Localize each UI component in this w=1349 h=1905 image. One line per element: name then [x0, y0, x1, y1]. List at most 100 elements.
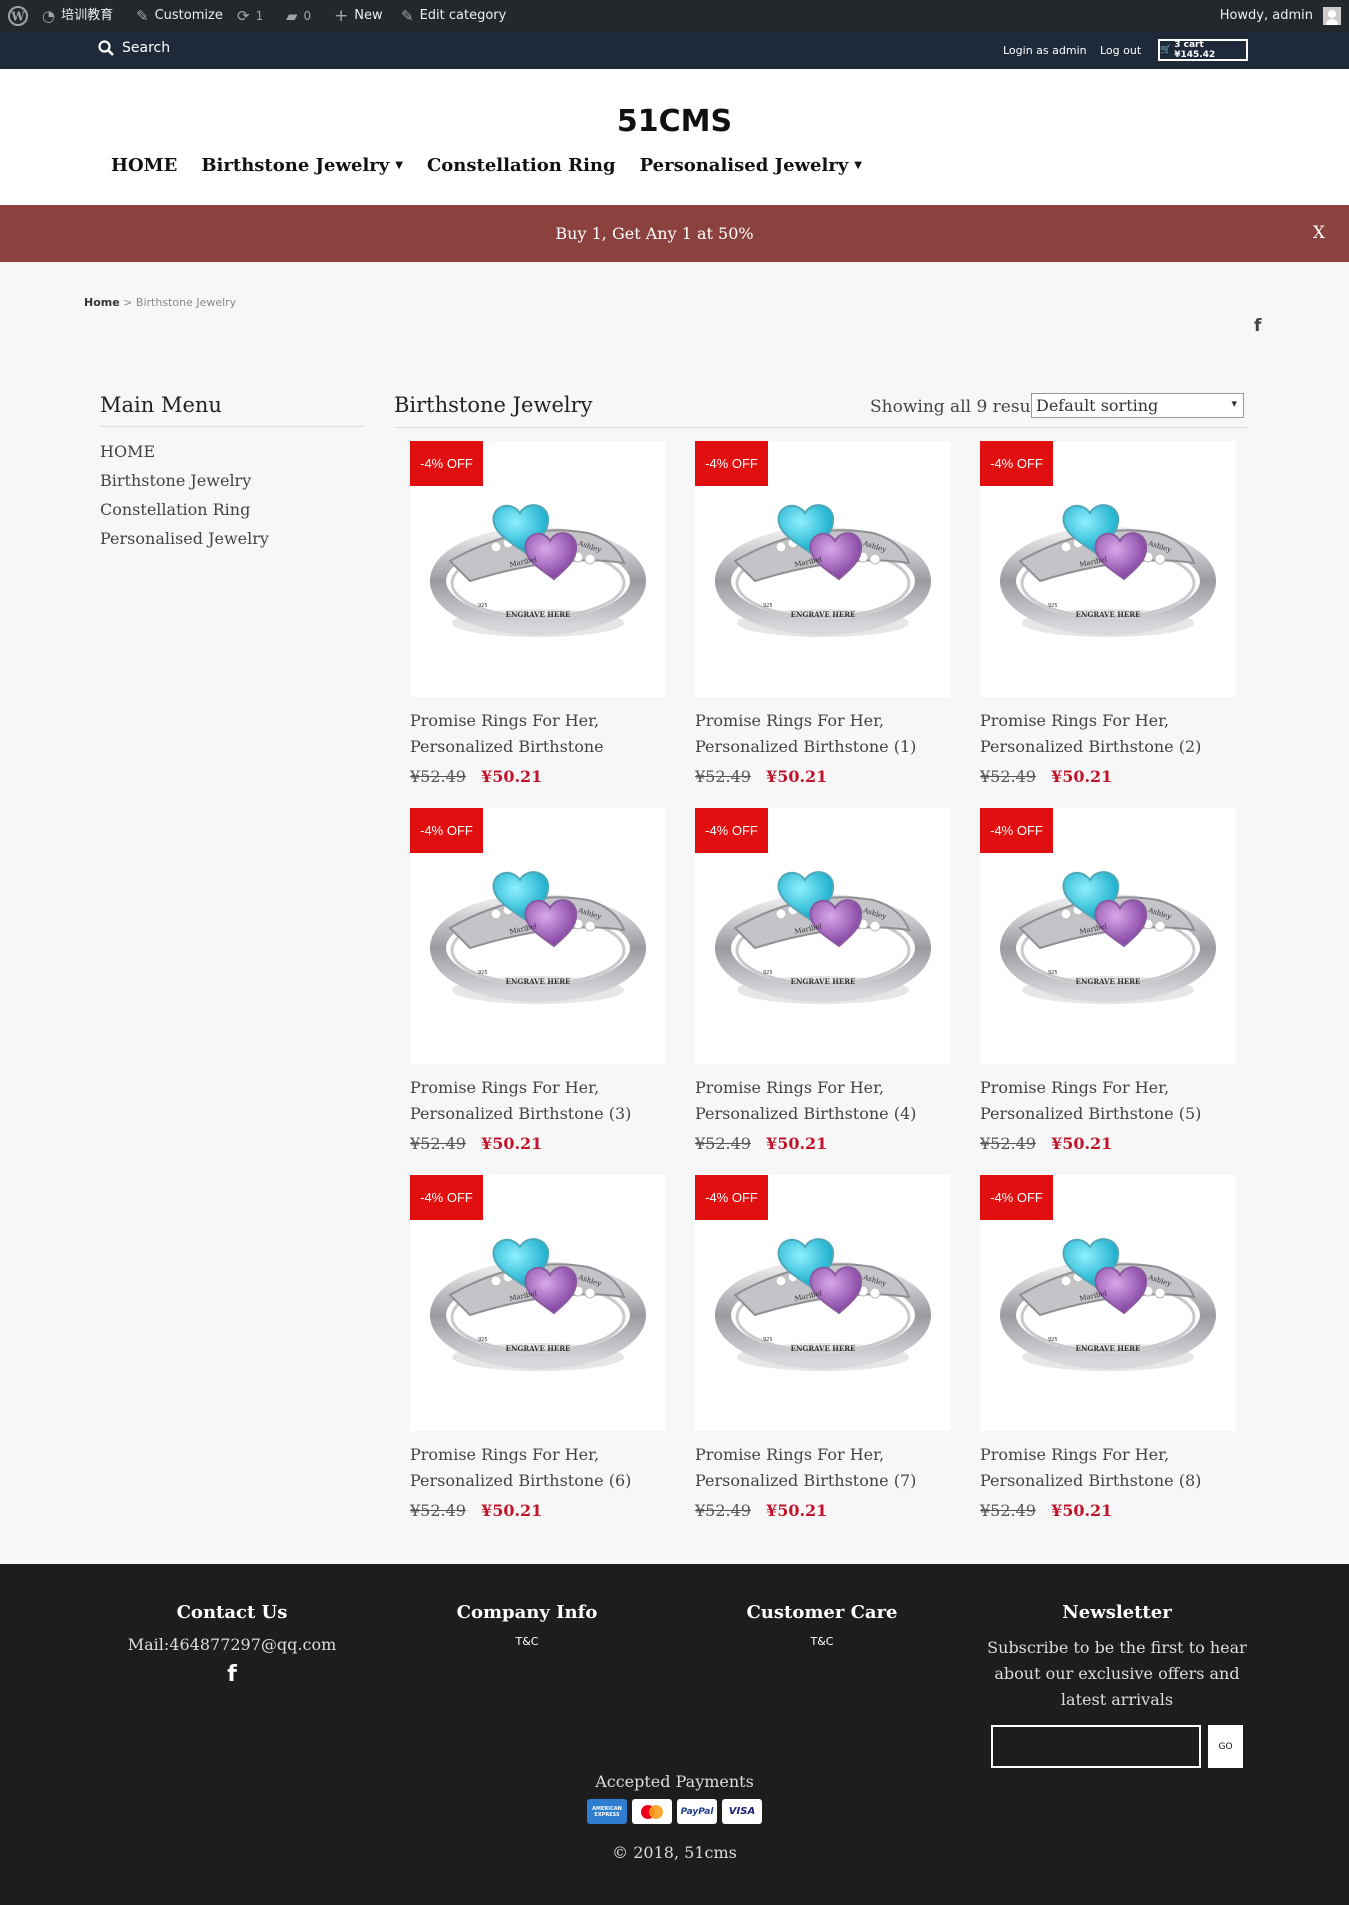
facebook-icon[interactable]: f: [83, 1662, 381, 1687]
top-bar: Search Login as admin Log out 🛒 3 cart ¥…: [0, 32, 1349, 69]
product-title[interactable]: Promise Rings For Her, Personalized Birt…: [695, 708, 951, 760]
product-listing: Birthstone Jewelry Showing all 9 results…: [394, 393, 1249, 428]
product-image[interactable]: Maribel Ashley ENGRAVE HERE 925 -4% OFF: [695, 441, 951, 697]
admin-site-name: 培训教育: [61, 8, 114, 23]
product-image[interactable]: Maribel Ashley ENGRAVE HERE 925 -4% OFF: [410, 1175, 666, 1431]
footer-company-tc-link[interactable]: T&C: [381, 1635, 673, 1648]
discount-label: -4% OFF: [990, 456, 1043, 471]
product-card[interactable]: Maribel Ashley ENGRAVE HERE 925 -4% OFF …: [695, 441, 951, 786]
search-toggle[interactable]: Search: [98, 40, 170, 56]
product-image[interactable]: Maribel Ashley ENGRAVE HERE 925 -4% OFF: [695, 808, 951, 1064]
product-title[interactable]: Promise Rings For Her, Personalized Birt…: [410, 1442, 666, 1494]
product-title[interactable]: Promise Rings For Her, Personalized Birt…: [980, 1442, 1236, 1494]
sale-price: ¥50.21: [1051, 1134, 1113, 1153]
site-title[interactable]: 51CMS: [0, 104, 1349, 139]
product-title[interactable]: Promise Rings For Her, Personalized Birt…: [980, 708, 1236, 760]
product-card[interactable]: Maribel Ashley ENGRAVE HERE 925 -4% OFF …: [695, 1175, 951, 1520]
product-card[interactable]: Maribel Ashley ENGRAVE HERE 925 -4% OFF …: [410, 808, 666, 1153]
edit-category-link[interactable]: ✎ Edit category: [401, 0, 506, 32]
accepted-payments: Accepted Payments AMERICAN EXPRESS PayPa…: [0, 1772, 1349, 1824]
product-image[interactable]: Maribel Ashley ENGRAVE HERE 925 -4% OFF: [695, 1175, 951, 1431]
breadcrumb-current: Birthstone Jewelry: [135, 296, 237, 309]
svg-text:W: W: [10, 10, 25, 24]
svg-text:ENGRAVE HERE: ENGRAVE HERE: [506, 610, 571, 619]
wordpress-logo[interactable]: W: [8, 0, 28, 32]
product-title-line-1: Promise Rings For Her,: [695, 1078, 885, 1097]
discount-label: -4% OFF: [705, 1190, 758, 1205]
discount-badge: -4% OFF: [980, 1175, 1053, 1220]
discount-label: -4% OFF: [705, 456, 758, 471]
new-content-link[interactable]: + New: [334, 0, 383, 32]
facebook-icon[interactable]: f: [1254, 316, 1261, 336]
product-card[interactable]: Maribel Ashley ENGRAVE HERE 925 -4% OFF …: [980, 441, 1236, 786]
newsletter-email-input[interactable]: [991, 1725, 1201, 1768]
logout-link[interactable]: Log out: [1100, 44, 1141, 57]
promo-text: Buy 1, Get Any 1 at 50%: [555, 224, 754, 243]
login-as-admin-link[interactable]: Login as admin: [1003, 44, 1087, 57]
comments-link[interactable]: ▰ 0: [286, 0, 311, 32]
product-title-line-2: Personalized Birthstone (2): [980, 737, 1202, 756]
product-title[interactable]: Promise Rings For Her, Personalized Birt…: [410, 708, 666, 760]
product-image[interactable]: Maribel Ashley ENGRAVE HERE 925 -4% OFF: [410, 441, 666, 697]
account-menu[interactable]: Howdy, admin: [1220, 0, 1341, 32]
breadcrumb-home-link[interactable]: Home: [84, 296, 120, 309]
product-image[interactable]: Maribel Ashley ENGRAVE HERE 925 -4% OFF: [980, 1175, 1236, 1431]
product-title-line-2: Personalized Birthstone (6): [410, 1471, 632, 1490]
product-card[interactable]: Maribel Ashley ENGRAVE HERE 925 -4% OFF …: [410, 441, 666, 786]
svg-text:ENGRAVE HERE: ENGRAVE HERE: [791, 1344, 856, 1353]
svg-text:ENGRAVE HERE: ENGRAVE HERE: [506, 977, 571, 986]
cart-button[interactable]: 🛒 3 cart ¥145.42: [1158, 39, 1248, 61]
customize-link[interactable]: ✎ Customize: [136, 0, 223, 32]
nav-item-home[interactable]: HOME: [111, 155, 177, 176]
howdy-label: Howdy, admin: [1219, 8, 1313, 23]
nav-item-birthstone-jewelry[interactable]: Birthstone Jewelry ▼: [201, 155, 403, 176]
product-title[interactable]: Promise Rings For Her, Personalized Birt…: [695, 1075, 951, 1127]
product-image[interactable]: Maribel Ashley ENGRAVE HERE 925 -4% OFF: [980, 441, 1236, 697]
copyright: © 2018, 51cms: [612, 1843, 737, 1862]
footer-contact-mail[interactable]: Mail:464877297@qq.com: [83, 1635, 381, 1654]
product-title-line-1: Promise Rings For Her,: [695, 711, 885, 730]
product-card[interactable]: Maribel Ashley ENGRAVE HERE 925 -4% OFF …: [410, 1175, 666, 1520]
regular-price: ¥52.49: [410, 1134, 466, 1153]
footer-care-tc-link[interactable]: T&C: [673, 1635, 971, 1648]
sort-select[interactable]: Default sorting ▾: [1031, 393, 1244, 418]
footer-care-title: Customer Care: [746, 1602, 898, 1623]
svg-text:925: 925: [478, 603, 488, 609]
product-card[interactable]: Maribel Ashley ENGRAVE HERE 925 -4% OFF …: [695, 808, 951, 1153]
regular-price: ¥52.49: [980, 1501, 1036, 1520]
svg-text:925: 925: [763, 970, 773, 976]
product-card[interactable]: Maribel Ashley ENGRAVE HERE 925 -4% OFF …: [980, 808, 1236, 1153]
product-title-line-2: Personalized Birthstone (3): [410, 1104, 632, 1123]
sidebar-item-birthstone-jewelry[interactable]: Birthstone Jewelry: [100, 466, 364, 495]
product-title[interactable]: Promise Rings For Her, Personalized Birt…: [695, 1442, 951, 1494]
product-image[interactable]: Maribel Ashley ENGRAVE HERE 925 -4% OFF: [980, 808, 1236, 1064]
footer-company: Company Info T&C: [381, 1602, 673, 1648]
newsletter-go-button[interactable]: GO: [1208, 1725, 1243, 1768]
amex-card-icon: AMERICAN EXPRESS: [587, 1799, 627, 1824]
plus-icon: +: [334, 6, 349, 26]
svg-text:ENGRAVE HERE: ENGRAVE HERE: [1076, 977, 1141, 986]
newsletter-line-1: Subscribe to be the first to hear: [987, 1638, 1247, 1657]
product-title[interactable]: Promise Rings For Her, Personalized Birt…: [410, 1075, 666, 1127]
nav-item-constellation-ring[interactable]: Constellation Ring: [427, 155, 616, 176]
nav-item-personalised-jewelry[interactable]: Personalised Jewelry ▼: [640, 155, 862, 176]
updates-link[interactable]: ⟳ 1: [237, 0, 263, 32]
sidebar-item-personalised-jewelry[interactable]: Personalised Jewelry: [100, 524, 364, 553]
product-title-line-1: Promise Rings For Her,: [410, 1078, 600, 1097]
sidebar-title: Main Menu: [100, 393, 364, 427]
sale-price: ¥50.21: [481, 1134, 543, 1153]
product-card[interactable]: Maribel Ashley ENGRAVE HERE 925 -4% OFF …: [980, 1175, 1236, 1520]
main-nav: HOME Birthstone Jewelry ▼ Constellation …: [111, 155, 886, 176]
search-label: Search: [122, 40, 171, 56]
admin-site-link[interactable]: ◔ 培训教育: [42, 0, 113, 32]
promo-close-button[interactable]: X: [1313, 223, 1325, 243]
sidebar-item-constellation-ring[interactable]: Constellation Ring: [100, 495, 364, 524]
product-price: ¥52.49 ¥50.21: [980, 1134, 1236, 1153]
product-title[interactable]: Promise Rings For Her, Personalized Birt…: [980, 1075, 1236, 1127]
regular-price: ¥52.49: [980, 1134, 1036, 1153]
sidebar-item-home[interactable]: HOME: [100, 437, 364, 466]
svg-text:ENGRAVE HERE: ENGRAVE HERE: [791, 610, 856, 619]
product-price: ¥52.49 ¥50.21: [695, 1501, 951, 1520]
cart-summary: 3 cart ¥145.42: [1174, 40, 1216, 60]
product-image[interactable]: Maribel Ashley ENGRAVE HERE 925 -4% OFF: [410, 808, 666, 1064]
